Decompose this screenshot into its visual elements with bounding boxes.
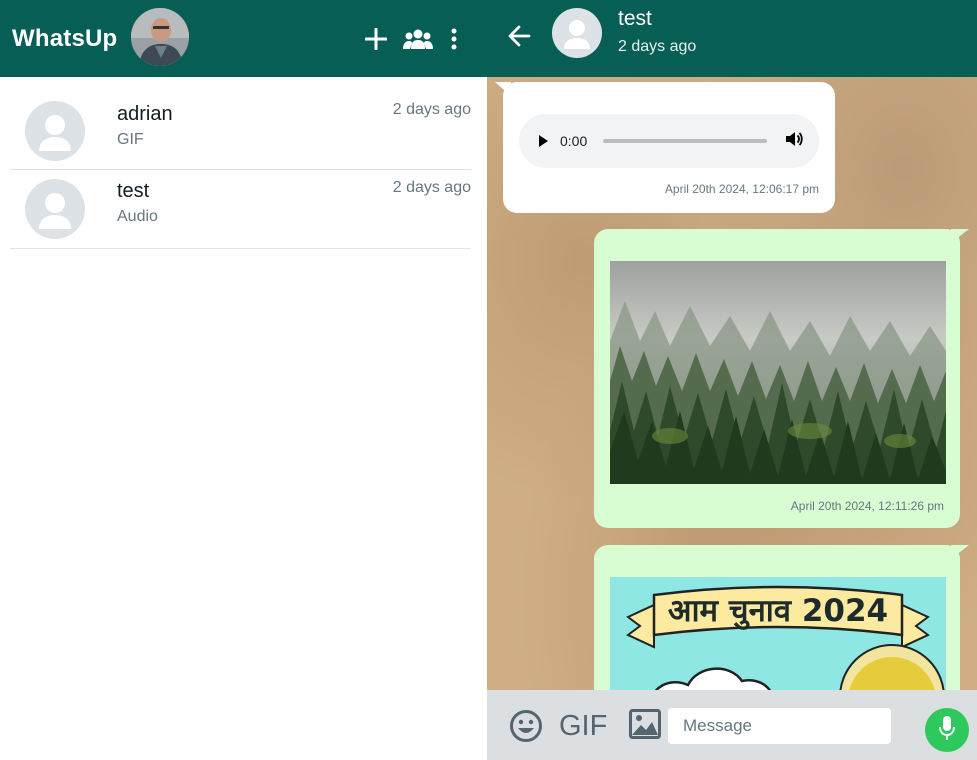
- message-bubble-outgoing: आम चुनाव 2024: [594, 545, 960, 690]
- group-icon[interactable]: [403, 28, 433, 50]
- image-caption: आम चुनाव 2024: [667, 593, 889, 629]
- message-input[interactable]: [668, 708, 891, 744]
- more-vertical-icon[interactable]: [449, 28, 459, 50]
- message-image[interactable]: आम चुनाव 2024: [610, 577, 946, 690]
- conversation-header: test 2 days ago: [487, 0, 977, 77]
- chat-name: test: [117, 180, 150, 202]
- volume-icon[interactable]: [785, 131, 803, 152]
- profile-avatar[interactable]: [131, 8, 189, 66]
- avatar: [25, 179, 85, 239]
- avatar: [25, 101, 85, 161]
- app-title: WhatsUp: [12, 24, 118, 52]
- contact-name: test: [618, 7, 652, 30]
- chat-last-message: Audio: [117, 208, 158, 225]
- chat-list: adrian GIF 2 days ago test Audio 2 days …: [0, 77, 487, 249]
- plus-icon[interactable]: [365, 27, 387, 50]
- chat-list-panel: WhatsUp adrian GIF 2 days ago test Audio…: [0, 0, 487, 760]
- message-bubble-outgoing: April 20th 2024, 12:11:26 pm: [594, 229, 960, 528]
- message-image[interactable]: [610, 261, 946, 484]
- emoji-icon[interactable]: [509, 709, 543, 748]
- chat-time: 2 days ago: [392, 101, 471, 118]
- message-timestamp: April 20th 2024, 12:06:17 pm: [664, 182, 819, 196]
- audio-player[interactable]: 0:00: [519, 114, 819, 168]
- contact-avatar[interactable]: [552, 8, 602, 58]
- chat-name: adrian: [117, 103, 173, 125]
- chat-item[interactable]: adrian GIF 2 days ago: [10, 77, 471, 170]
- mic-icon: [938, 715, 956, 746]
- message-input-bar: GIF: [487, 690, 977, 760]
- left-header: WhatsUp: [0, 0, 487, 77]
- gif-button[interactable]: GIF: [559, 710, 607, 743]
- chat-last-message: GIF: [117, 131, 144, 148]
- chat-time: 2 days ago: [392, 179, 471, 196]
- play-icon[interactable]: [539, 135, 548, 147]
- image-icon[interactable]: [629, 709, 661, 744]
- message-area[interactable]: 0:00 April 20th 2024, 12:06:17 pm April …: [487, 77, 977, 690]
- mic-button[interactable]: [925, 708, 969, 752]
- conversation-panel: test 2 days ago 0:00 April 20th 2024, 12…: [487, 0, 977, 760]
- contact-status: 2 days ago: [618, 38, 697, 55]
- audio-progress-bar[interactable]: [603, 139, 767, 143]
- message-bubble-incoming: 0:00 April 20th 2024, 12:06:17 pm: [503, 82, 835, 213]
- back-arrow-icon[interactable]: [507, 24, 531, 53]
- chat-item[interactable]: test Audio 2 days ago: [10, 170, 471, 249]
- audio-time: 0:00: [560, 133, 588, 149]
- message-timestamp: April 20th 2024, 12:11:26 pm: [790, 499, 944, 513]
